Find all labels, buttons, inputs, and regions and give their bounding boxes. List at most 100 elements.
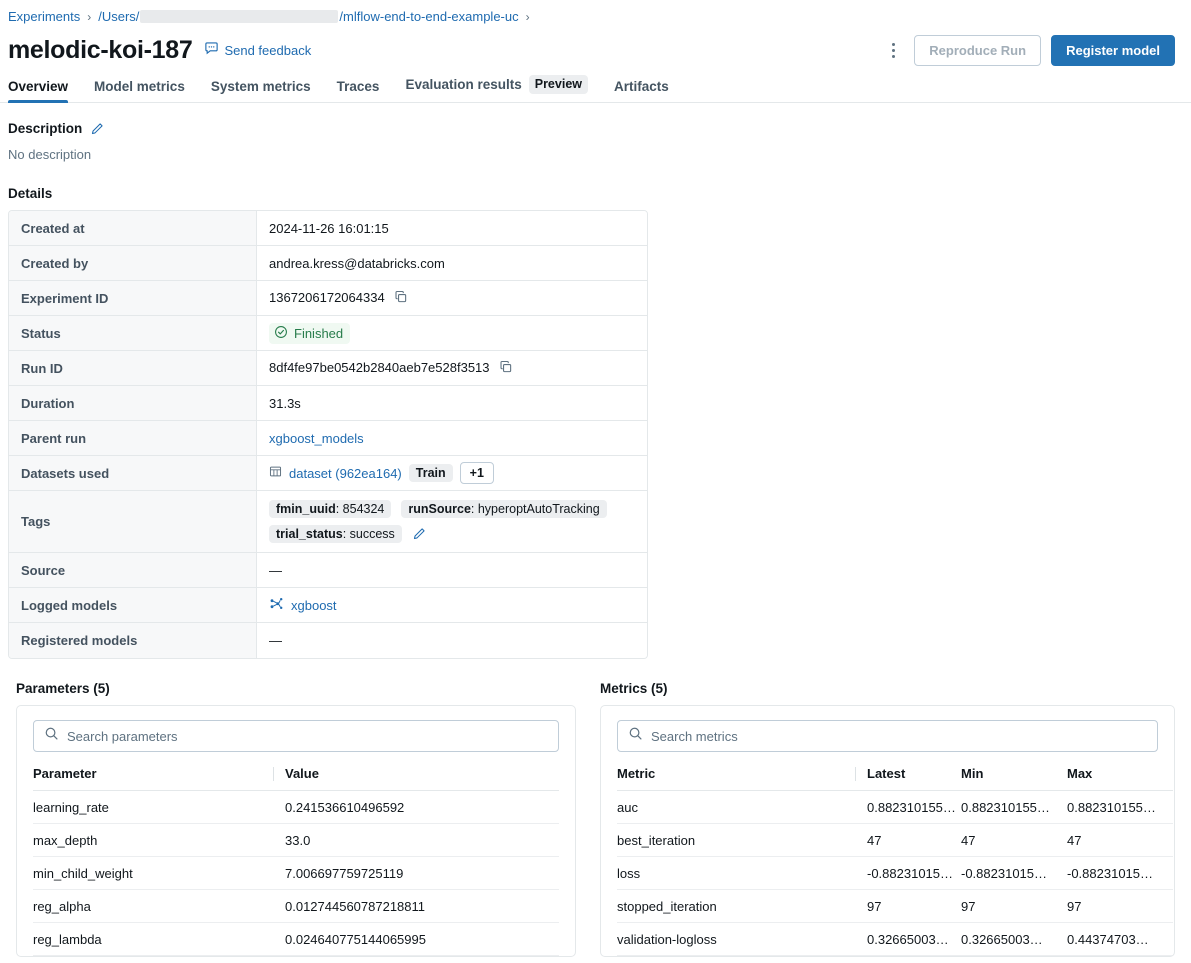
reproduce-run-button[interactable]: Reproduce Run [914, 35, 1041, 66]
page-header: melodic-koi-187 Send feedback Reproduce … [0, 26, 1191, 70]
details-value-tags: fmin_uuid: 854324 runSource: hyperoptAut… [257, 491, 647, 553]
details-row-created-by: Created by andrea.kress@databricks.com [9, 246, 647, 281]
header-actions: Reproduce Run Register model [882, 35, 1175, 66]
details-key-logged-models: Logged models [9, 588, 257, 623]
tab-traces-label: Traces [337, 79, 380, 94]
description-edit-pencil-icon[interactable] [90, 122, 104, 136]
metric-max: 0.882310155… [1067, 791, 1173, 824]
tab-model-metrics[interactable]: Model metrics [94, 79, 185, 102]
status-badge-label: Finished [294, 326, 343, 341]
search-parameters-input[interactable]: Search parameters [33, 720, 559, 752]
details-table: Created at 2024-11-26 16:01:15 Created b… [8, 210, 648, 659]
details-row-duration: Duration 31.3s [9, 386, 647, 421]
tab-traces[interactable]: Traces [337, 79, 380, 102]
metric-latest: 97 [855, 890, 961, 923]
tab-evaluation-results[interactable]: Evaluation results Preview [405, 75, 588, 102]
details-row-run-id: Run ID 8df4fe97be0542b2840aeb7e528f3513 [9, 351, 647, 386]
breadcrumb-separator-icon: › [86, 10, 92, 24]
breadcrumb-path-prefix: /Users/ [98, 9, 139, 24]
parameter-value: 33.0 [273, 824, 559, 857]
copy-icon[interactable] [394, 290, 408, 307]
tag-fmin-uuid[interactable]: fmin_uuid: 854324 [269, 500, 391, 518]
table-row: reg_alpha 0.012744560787218811 [33, 890, 559, 923]
parameter-name: reg_alpha [33, 890, 273, 923]
metrics-header-row: Metric Latest Min Max [617, 766, 1173, 791]
details-key-status: Status [9, 316, 257, 351]
metric-latest: -0.88231015… [855, 857, 961, 890]
search-metrics-placeholder: Search metrics [651, 729, 738, 744]
dataset-link[interactable]: dataset (962ea164) [289, 466, 402, 481]
preview-badge: Preview [529, 75, 588, 94]
tag-trial-status-value: success [350, 527, 395, 541]
tab-artifacts-label: Artifacts [614, 79, 669, 94]
register-model-button[interactable]: Register model [1051, 35, 1175, 66]
parameter-value: 0.024640775144065995 [273, 923, 559, 956]
tab-artifacts[interactable]: Artifacts [614, 79, 669, 102]
metric-name[interactable]: stopped_iteration [617, 890, 855, 923]
breadcrumb-separator-icon-2: › [525, 10, 531, 24]
metric-name[interactable]: auc [617, 791, 855, 824]
details-value-status: Finished [257, 316, 647, 351]
metrics-col-max[interactable]: Max [1067, 766, 1173, 791]
tag-run-source-key: runSource [408, 502, 471, 516]
metric-name[interactable]: best_iteration [617, 824, 855, 857]
parameters-panel: Parameters (5) Search parameters Paramet [16, 681, 576, 957]
dataset-more-button[interactable]: +1 [460, 462, 494, 484]
tag-trial-status-key: trial_status [276, 527, 343, 541]
tab-bar: Overview Model metrics System metrics Tr… [0, 70, 1191, 103]
dataset-split-badge: Train [409, 464, 453, 482]
description-body: No description [8, 147, 1183, 162]
copy-icon-run-id[interactable] [499, 360, 513, 377]
tab-system-metrics[interactable]: System metrics [211, 79, 311, 102]
parameters-col-parameter[interactable]: Parameter [33, 766, 273, 791]
bottom-panels: Parameters (5) Search parameters Paramet [8, 681, 1183, 957]
tags-edit-pencil-icon[interactable] [412, 527, 426, 541]
metric-name[interactable]: loss [617, 857, 855, 890]
metric-min: 47 [961, 824, 1067, 857]
details-value-datasets-used: dataset (962ea164) Train +1 [257, 456, 647, 491]
tag-run-source[interactable]: runSource: hyperoptAutoTracking [401, 500, 606, 518]
parameter-value: 0.241536610496592 [273, 791, 559, 824]
metrics-col-min[interactable]: Min [961, 766, 1067, 791]
tag-fmin-uuid-key: fmin_uuid [276, 502, 336, 516]
breadcrumb-experiments-link[interactable]: Experiments [8, 9, 80, 24]
metric-latest: 0.32665003… [855, 923, 961, 956]
metric-max: 47 [1067, 824, 1173, 857]
breadcrumb-path-link[interactable]: /Users/ /mlflow-end-to-end-example-uc [98, 9, 518, 24]
parameter-name: reg_lambda [33, 923, 273, 956]
overview-content: Description No description Details Creat… [0, 121, 1191, 957]
details-key-registered-models: Registered models [9, 623, 257, 658]
table-row: learning_rate 0.241536610496592 [33, 791, 559, 824]
details-value-created-by: andrea.kress@databricks.com [257, 246, 647, 281]
metric-name[interactable]: validation-logloss [617, 923, 855, 956]
parameter-name: max_depth [33, 824, 273, 857]
details-key-datasets-used: Datasets used [9, 456, 257, 491]
tab-evaluation-results-label: Evaluation results [405, 77, 521, 92]
metrics-panel: Metrics (5) Search metrics Metric [600, 681, 1175, 957]
metrics-col-latest[interactable]: Latest [855, 766, 961, 791]
more-vertical-icon[interactable] [882, 37, 904, 63]
parameter-name: min_child_weight [33, 857, 273, 890]
tag-fmin-uuid-value: 854324 [343, 502, 385, 516]
tab-model-metrics-label: Model metrics [94, 79, 185, 94]
send-feedback-link[interactable]: Send feedback [204, 41, 311, 59]
details-row-datasets-used: Datasets used dataset (962ea164) Train +… [9, 456, 647, 491]
tab-overview[interactable]: Overview [8, 79, 68, 102]
details-key-duration: Duration [9, 386, 257, 421]
details-value-duration: 31.3s [257, 386, 647, 421]
details-row-source: Source — [9, 553, 647, 588]
search-metrics-input[interactable]: Search metrics [617, 720, 1158, 752]
table-row: min_child_weight 7.006697759725119 [33, 857, 559, 890]
metrics-col-metric[interactable]: Metric [617, 766, 855, 791]
logged-model-link[interactable]: xgboost [291, 598, 337, 613]
details-key-experiment-id: Experiment ID [9, 281, 257, 316]
parent-run-link[interactable]: xgboost_models [269, 431, 364, 446]
metrics-table: Metric Latest Min Max auc 0.882310155… 0… [617, 766, 1173, 956]
parameters-table: Parameter Value learning_rate 0.24153661… [33, 766, 559, 956]
metric-min: -0.88231015… [961, 857, 1067, 890]
parameters-col-value[interactable]: Value [273, 766, 559, 791]
details-value-registered-models: — [257, 623, 647, 658]
details-key-run-id: Run ID [9, 351, 257, 386]
description-heading: Description [8, 121, 82, 136]
tag-trial-status[interactable]: trial_status: success [269, 525, 402, 543]
